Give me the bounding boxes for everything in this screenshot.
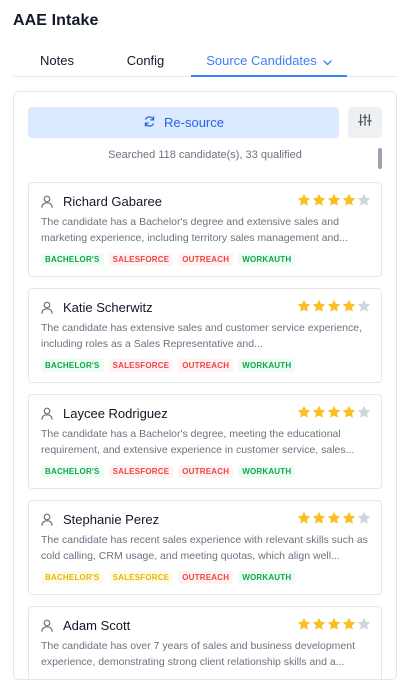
candidate-summary: The candidate has a Bachelor's degree, m… bbox=[41, 428, 355, 456]
app-title: AAE Intake bbox=[13, 12, 99, 29]
tag-list: BACHELOR'S SALESFORCE OUTREACH WORKAUTH bbox=[41, 253, 296, 266]
star-icon bbox=[312, 511, 326, 524]
qualification-tag: SALESFORCE bbox=[108, 359, 174, 372]
star-icon bbox=[342, 617, 356, 630]
candidate-card[interactable]: Adam Scott The candidate has over 7 years… bbox=[28, 606, 382, 679]
qualification-tag: BACHELOR'S bbox=[41, 359, 104, 372]
star-icon bbox=[312, 193, 326, 206]
candidate-card[interactable]: Stephanie Perez The candidate has recent … bbox=[28, 500, 382, 595]
star-icon bbox=[357, 405, 371, 418]
person-icon bbox=[41, 619, 53, 637]
sliders-icon bbox=[358, 113, 372, 132]
star-icon bbox=[327, 617, 341, 630]
qualification-tag: OUTREACH bbox=[178, 571, 234, 584]
candidate-summary: The candidate has recent sales experienc… bbox=[41, 534, 368, 562]
qualification-tag: WORKAUTH bbox=[238, 465, 296, 478]
resource-label: Re-source bbox=[164, 115, 224, 130]
qualification-tag: SALESFORCE bbox=[108, 253, 174, 266]
candidate-name[interactable]: Laycee Rodriguez bbox=[63, 406, 168, 421]
candidate-name[interactable]: Stephanie Perez bbox=[63, 512, 159, 527]
star-icon bbox=[312, 405, 326, 418]
star-icon bbox=[342, 193, 356, 206]
star-icon bbox=[357, 299, 371, 312]
candidate-card[interactable]: Laycee Rodriguez The candidate has a Bach… bbox=[28, 394, 382, 489]
qualification-tag: BACHELOR'S bbox=[41, 253, 104, 266]
star-icon bbox=[342, 299, 356, 312]
qualification-tag: WORKAUTH bbox=[238, 253, 296, 266]
qualification-tag: WORKAUTH bbox=[238, 571, 296, 584]
star-icon bbox=[312, 617, 326, 630]
qualification-tag: SALESFORCE bbox=[108, 465, 174, 478]
rating-stars bbox=[297, 617, 371, 631]
qualification-tag: OUTREACH bbox=[178, 465, 234, 478]
qualification-tag: OUTREACH bbox=[178, 253, 234, 266]
rating-stars bbox=[297, 299, 371, 313]
tab-config[interactable]: Config bbox=[108, 46, 183, 77]
candidate-name[interactable]: Katie Scherwitz bbox=[63, 300, 153, 315]
qualification-tag: WORKAUTH bbox=[238, 359, 296, 372]
candidate-card[interactable]: Richard Gabaree The candidate has a Bache… bbox=[28, 182, 382, 277]
candidate-summary: The candidate has a Bachelor's degree an… bbox=[41, 216, 348, 244]
star-icon bbox=[342, 405, 356, 418]
star-icon bbox=[297, 617, 311, 630]
person-icon bbox=[41, 301, 53, 319]
candidate-card[interactable]: Katie Scherwitz The candidate has extensi… bbox=[28, 288, 382, 383]
candidate-name[interactable]: Richard Gabaree bbox=[63, 194, 162, 209]
tab-bar: Notes Config Source Candidates bbox=[13, 46, 397, 77]
candidate-summary: The candidate has over 7 years of sales … bbox=[41, 640, 356, 668]
star-icon bbox=[327, 299, 341, 312]
star-icon bbox=[297, 299, 311, 312]
scrollbar-thumb[interactable] bbox=[378, 148, 382, 169]
star-icon bbox=[297, 511, 311, 524]
tab-source-candidates-label: Source Candidates bbox=[206, 53, 317, 68]
star-icon bbox=[357, 193, 371, 206]
person-icon bbox=[41, 513, 53, 531]
chevron-down-icon bbox=[323, 47, 332, 77]
filter-settings-button[interactable] bbox=[348, 107, 382, 138]
star-icon bbox=[297, 405, 311, 418]
rating-stars bbox=[297, 405, 371, 419]
qualification-tag: SALESFORCE bbox=[108, 571, 174, 584]
star-icon bbox=[357, 511, 371, 524]
resource-button[interactable]: Re-source bbox=[28, 107, 339, 138]
star-icon bbox=[297, 193, 311, 206]
tab-source-candidates[interactable]: Source Candidates bbox=[191, 46, 347, 77]
star-icon bbox=[342, 511, 356, 524]
person-icon bbox=[41, 407, 53, 425]
candidate-summary: The candidate has extensive sales and cu… bbox=[41, 322, 363, 350]
person-icon bbox=[41, 195, 53, 213]
tag-list: BACHELOR'S SALESFORCE OUTREACH WORKAUTH bbox=[41, 571, 296, 584]
qualification-tag: OUTREACH bbox=[178, 359, 234, 372]
tag-list: BACHELOR'S SALESFORCE OUTREACH WORKAUTH bbox=[41, 465, 296, 478]
tab-notes[interactable]: Notes bbox=[13, 46, 101, 77]
qualification-tag: BACHELOR'S bbox=[41, 465, 104, 478]
qualification-tag: BACHELOR'S bbox=[41, 571, 104, 584]
candidate-name[interactable]: Adam Scott bbox=[63, 618, 130, 633]
star-icon bbox=[327, 193, 341, 206]
star-icon bbox=[327, 511, 341, 524]
star-icon bbox=[312, 299, 326, 312]
refresh-icon bbox=[143, 115, 156, 131]
rating-stars bbox=[297, 193, 371, 207]
candidates-panel: Re-source Searched 118 candidate(s), 33 … bbox=[13, 91, 397, 680]
star-icon bbox=[327, 405, 341, 418]
search-summary: Searched 118 candidate(s), 33 qualified bbox=[108, 149, 302, 161]
tag-list: BACHELOR'S SALESFORCE OUTREACH WORKAUTH bbox=[41, 359, 296, 372]
star-icon bbox=[357, 617, 371, 630]
rating-stars bbox=[297, 511, 371, 525]
